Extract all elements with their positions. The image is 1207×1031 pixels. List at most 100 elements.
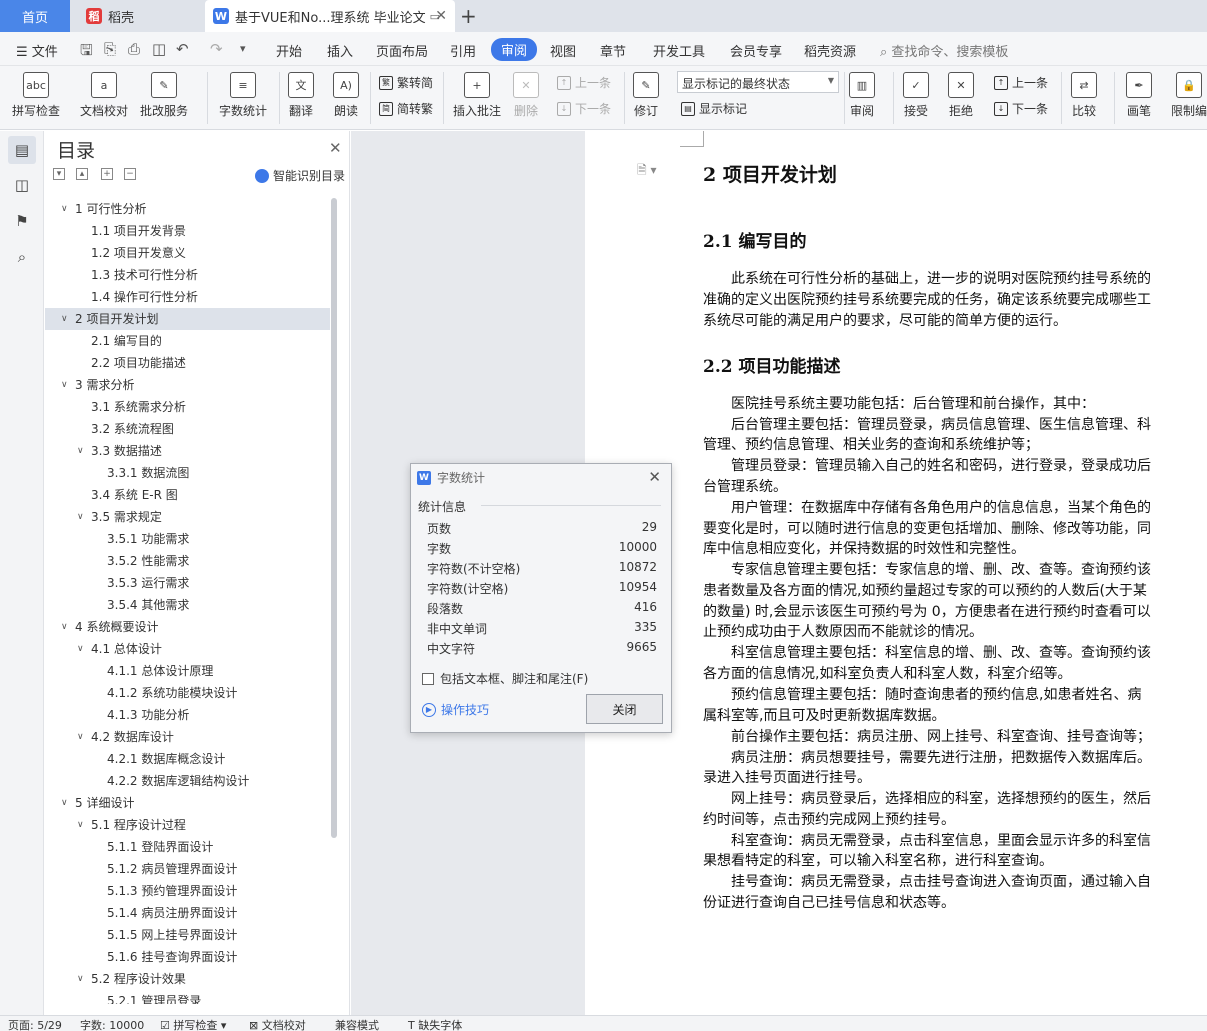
chapter-icon[interactable]: ◫	[8, 171, 36, 199]
document-page[interactable]: 🗎 ▾ 2 项目开发计划 2.1 编写目的 2.2 项目功能描述 此系统在可行性…	[585, 131, 1207, 1015]
compare-button[interactable]: ⇄ 比较	[1071, 72, 1097, 119]
toc-item[interactable]: 4.1.3 功能分析	[45, 704, 330, 726]
menu-chapter[interactable]: 章节	[600, 41, 626, 60]
toc-item[interactable]: 3.1 系统需求分析	[45, 396, 330, 418]
toc-item[interactable]: 3.3.1 数据流图	[45, 462, 330, 484]
toc-item[interactable]: 4.1.1 总体设计原理	[45, 660, 330, 682]
menu-member[interactable]: 会员专享	[730, 41, 782, 60]
dialog-titlebar[interactable]: W 字数统计 ✕	[411, 464, 671, 491]
toc-item[interactable]: ∨ 3.5 需求规定	[45, 506, 330, 528]
toc-item[interactable]: 5.2.1 管理员登录	[45, 990, 330, 1004]
chevron-down-icon[interactable]: ∨	[77, 506, 84, 528]
new-tab-icon[interactable]: +	[460, 4, 477, 28]
chevron-down-icon[interactable]: ∨	[77, 440, 84, 462]
toc-item[interactable]: ∨ 4.1 总体设计	[45, 638, 330, 660]
checkbox[interactable]	[422, 672, 434, 685]
doc-proof-button[interactable]: a 文档校对	[80, 72, 128, 119]
menu-insert[interactable]: 插入	[327, 41, 353, 60]
toc-item[interactable]: 1.3 技术可行性分析	[45, 264, 330, 286]
menu-daoke-resource[interactable]: 稻壳资源	[804, 41, 856, 60]
menu-page-layout[interactable]: 页面布局	[376, 41, 428, 60]
toc-item[interactable]: 5.1.2 病员管理界面设计	[45, 858, 330, 880]
undo-icon[interactable]: ↶	[176, 40, 189, 58]
toc-item[interactable]: 3.5.2 性能需求	[45, 550, 330, 572]
chevron-down-icon[interactable]: ∨	[61, 308, 68, 330]
menu-file[interactable]: ☰ 文件	[16, 41, 58, 60]
chevron-down-icon[interactable]: ∨	[77, 638, 84, 660]
markup-mode-select[interactable]: 显示标记的最终状态 ▼	[677, 71, 839, 93]
toc-item[interactable]: 5.1.4 病员注册界面设计	[45, 902, 330, 924]
include-textbox-checkbox[interactable]: 包括文本框、脚注和尾注(F)	[422, 670, 588, 687]
prev-change-button[interactable]: ↑ 上一条	[994, 74, 1048, 91]
insert-comment-button[interactable]: + 插入批注	[453, 72, 501, 119]
close-icon[interactable]: ✕	[648, 468, 661, 486]
delete-comment-button[interactable]: ✕ 删除	[513, 72, 539, 119]
expand-up-icon[interactable]: ▴	[76, 168, 88, 180]
next-comment-button[interactable]: ↓ 下一条	[557, 100, 611, 117]
toc-item[interactable]: ∨ 5.1 程序设计过程	[45, 814, 330, 836]
tab-document[interactable]: W 基于VUE和No...理系统 毕业论文 ▭ ✕	[205, 0, 455, 32]
toc-item[interactable]: ∨ 3 需求分析	[45, 374, 330, 396]
toc-item[interactable]: ∨ 5.2 程序设计效果	[45, 968, 330, 990]
menu-reference[interactable]: 引用	[450, 41, 476, 60]
spell-check-button[interactable]: abc 拼写检查	[12, 72, 60, 119]
tips-link[interactable]: ▶ 操作技巧	[422, 701, 489, 718]
toc-item[interactable]: ∨ 1 可行性分析	[45, 198, 330, 220]
toc-item[interactable]: 5.1.3 预约管理界面设计	[45, 880, 330, 902]
doc-proof-status[interactable]: ⊠ 文档校对	[249, 1017, 306, 1031]
toc-item[interactable]: 2.2 项目功能描述	[45, 352, 330, 374]
search-icon[interactable]: ⌕	[8, 243, 36, 271]
menu-view[interactable]: 视图	[550, 41, 576, 60]
menu-review[interactable]: 审阅	[491, 38, 538, 61]
spell-check-status[interactable]: ☑ 拼写检查 ▾	[160, 1017, 226, 1031]
restrict-editing-button[interactable]: 🔒 限制编	[1171, 72, 1207, 119]
toc-item[interactable]: 4.2.1 数据库概念设计	[45, 748, 330, 770]
trad-to-simp-button[interactable]: 繁 繁转简	[379, 74, 433, 91]
smart-toc-button[interactable]: 智能识别目录	[255, 167, 345, 184]
toc-item[interactable]: 1.4 操作可行性分析	[45, 286, 330, 308]
chevron-down-icon[interactable]: ∨	[77, 726, 84, 748]
toc-item[interactable]: 3.5.4 其他需求	[45, 594, 330, 616]
toc-item[interactable]: 4.1.2 系统功能模块设计	[45, 682, 330, 704]
word-count-button[interactable]: ≡ 字数统计	[219, 72, 267, 119]
read-aloud-button[interactable]: A) 朗读	[333, 72, 359, 119]
toc-item[interactable]: ∨ 4.2 数据库设计	[45, 726, 330, 748]
save-icon[interactable]: 🖫	[80, 40, 93, 65]
review-button[interactable]: ▥ 审阅	[849, 72, 875, 119]
batch-service-button[interactable]: ✎ 批改服务	[140, 72, 188, 119]
translate-button[interactable]: 文 翻译	[288, 72, 314, 119]
chevron-down-icon[interactable]: ∨	[77, 968, 84, 990]
toc-icon[interactable]: ▤	[8, 136, 36, 164]
chevron-down-icon[interactable]: ∨	[61, 792, 68, 814]
reject-button[interactable]: ✕ 拒绝	[948, 72, 974, 119]
toc-item[interactable]: 1.2 项目开发意义	[45, 242, 330, 264]
toc-item[interactable]: 5.1.6 挂号查询界面设计	[45, 946, 330, 968]
print-preview-icon[interactable]: ◫	[152, 40, 166, 58]
toc-item[interactable]: 3.4 系统 E-R 图	[45, 484, 330, 506]
toc-item[interactable]: ∨ 3.3 数据描述	[45, 440, 330, 462]
toc-item[interactable]: 3.5.3 运行需求	[45, 572, 330, 594]
remove-level-icon[interactable]: −	[124, 168, 136, 180]
print-icon[interactable]: ⎙	[128, 40, 140, 58]
simp-to-trad-button[interactable]: 简 简转繁	[379, 100, 433, 117]
chevron-down-icon[interactable]: ∨	[61, 374, 68, 396]
bookmark-icon[interactable]: ⚑	[8, 207, 36, 235]
export-pdf-icon[interactable]: ⎘	[104, 40, 116, 58]
close-button[interactable]: 关闭	[586, 694, 663, 724]
chevron-down-icon[interactable]: ∨	[61, 198, 68, 220]
missing-font-status[interactable]: T 缺失字体	[408, 1017, 462, 1031]
document-map-icon[interactable]: 🗎 ▾	[637, 161, 657, 182]
command-search[interactable]: ⌕ 查找命令、搜索模板	[880, 41, 1008, 60]
toc-item[interactable]: 5.1.1 登陆界面设计	[45, 836, 330, 858]
close-icon[interactable]: ✕	[329, 139, 342, 157]
close-tab-icon[interactable]: ✕	[435, 8, 447, 24]
toc-item[interactable]: 3.5.1 功能需求	[45, 528, 330, 550]
toc-scrollbar[interactable]	[331, 198, 337, 838]
pen-button[interactable]: ✒ 画笔	[1126, 72, 1152, 119]
toc-item[interactable]: ∨ 4 系统概要设计	[45, 616, 330, 638]
tab-daoke[interactable]: 稻 稻壳	[86, 0, 201, 32]
show-markup-button[interactable]: ▤ 显示标记	[681, 100, 747, 117]
toc-item[interactable]: 3.2 系统流程图	[45, 418, 330, 440]
chevron-down-icon[interactable]: ∨	[77, 814, 84, 836]
menu-developer[interactable]: 开发工具	[653, 41, 705, 60]
